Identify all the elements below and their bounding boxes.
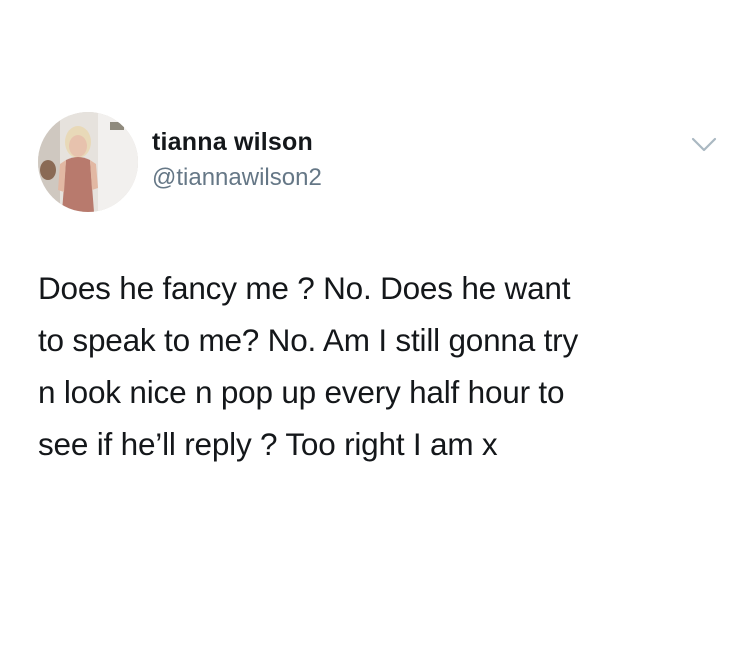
- tweet-text-line: see if he’ll reply ? Too right I am x: [38, 426, 498, 462]
- tweet-text: Does he fancy me ? No. Does he want to s…: [38, 262, 718, 470]
- tweet-text-line: to speak to me? No. Am I still gonna try: [38, 322, 579, 358]
- tweet-text-line: n look nice n pop up every half hour to: [38, 374, 565, 410]
- chevron-down-icon[interactable]: [690, 136, 718, 154]
- display-name[interactable]: tianna wilson: [152, 126, 313, 158]
- tweet-text-line: Does he fancy me ? No. Does he want: [38, 270, 571, 306]
- user-handle[interactable]: @tiannawilson2: [152, 162, 322, 194]
- tweet-card: tianna wilson @tiannawilson2 Does he fan…: [0, 0, 750, 651]
- profile-photo-icon: [38, 112, 138, 212]
- avatar[interactable]: [38, 112, 138, 212]
